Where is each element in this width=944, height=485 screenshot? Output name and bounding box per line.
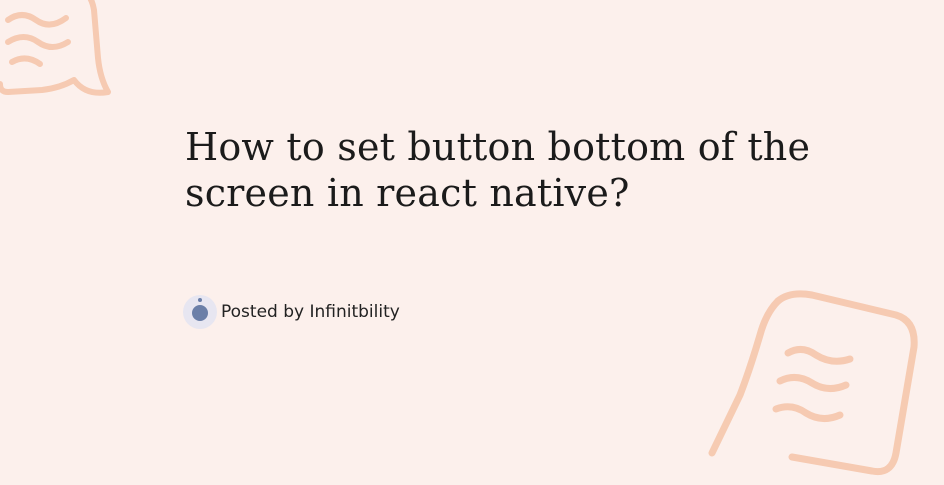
note-doodle-icon bbox=[708, 290, 918, 476]
avatar-dot bbox=[198, 298, 202, 302]
article-title: How to set button bottom of the screen i… bbox=[185, 125, 811, 215]
posted-by-text: Posted by Infinitbility bbox=[221, 302, 400, 322]
author-byline: Posted by Infinitbility bbox=[183, 294, 400, 330]
avatar-core bbox=[192, 305, 208, 321]
speech-bubble-doodle-icon bbox=[0, 0, 111, 96]
avatar-icon bbox=[183, 295, 217, 329]
